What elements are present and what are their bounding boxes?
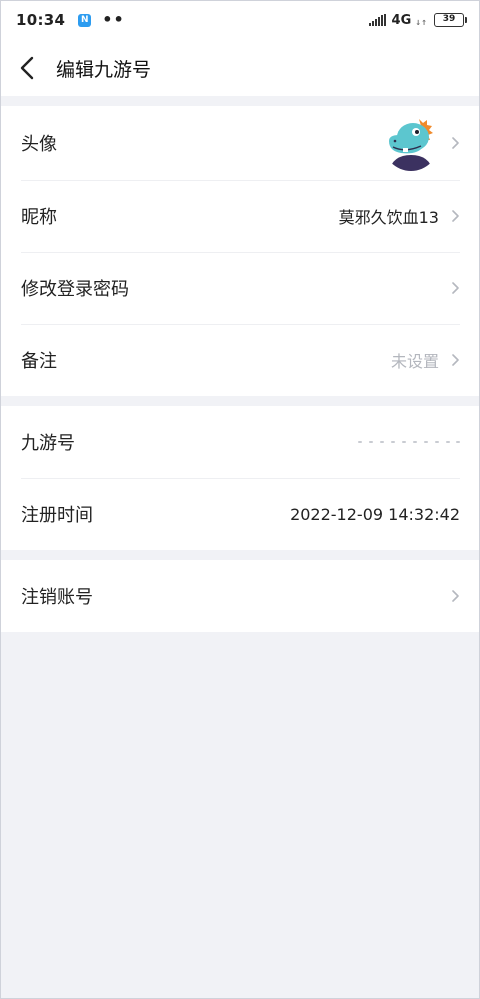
status-indicators: 4G ↓↑ 39 [368, 0, 467, 40]
battery-level: 39 [442, 14, 456, 24]
avatar-label: 头像 [21, 134, 57, 155]
section-divider [0, 96, 480, 106]
section-divider [0, 550, 480, 560]
remark-label: 备注 [21, 351, 57, 372]
network-activity-icon: ↓↑ [415, 19, 427, 27]
more-notifications-indicator: •• [102, 10, 125, 29]
signal-icon [368, 14, 386, 26]
account-id-label: 九游号 [21, 433, 75, 454]
battery-icon: 39 [434, 13, 467, 27]
account-id-row: 九游号 [0, 406, 480, 478]
chevron-right-icon [451, 281, 460, 295]
account-id-masked-value [358, 434, 460, 450]
nickname-value: 莫邪久饮血13 [338, 208, 439, 227]
avatar-row[interactable]: 头像 [0, 106, 480, 180]
network-type: 4G [391, 12, 412, 28]
danger-section: 注销账号 [0, 560, 480, 632]
nickname-row[interactable]: 昵称 莫邪久饮血13 [0, 180, 480, 252]
change-password-label: 修改登录密码 [21, 279, 129, 300]
page-title: 编辑九游号 [56, 58, 152, 81]
app-header: 编辑九游号 [0, 40, 480, 96]
nickname-label: 昵称 [21, 207, 57, 228]
change-password-row[interactable]: 修改登录密码 [0, 252, 480, 324]
cancel-account-row[interactable]: 注销账号 [0, 560, 480, 632]
remark-row[interactable]: 备注 未设置 [0, 324, 480, 396]
section-divider [0, 396, 480, 406]
register-time-row: 注册时间 2022-12-09 14:32:42 [0, 478, 480, 550]
chevron-right-icon [451, 209, 460, 223]
back-button[interactable] [2, 40, 52, 96]
remark-value: 未设置 [390, 352, 439, 371]
register-time-value: 2022-12-09 14:32:42 [290, 504, 460, 524]
register-time-label: 注册时间 [21, 505, 93, 526]
app-notification-icon: N [78, 13, 92, 27]
chevron-right-icon [451, 353, 460, 367]
account-section: 九游号 注册时间 2022-12-09 14:32:42 [0, 406, 480, 550]
status-time: 10:34 [16, 11, 66, 29]
chevron-right-icon [451, 136, 460, 150]
chevron-left-icon [20, 56, 34, 80]
chevron-right-icon [451, 589, 460, 603]
avatar[interactable] [383, 115, 439, 171]
dinosaur-avatar-icon [383, 115, 439, 171]
cancel-account-label: 注销账号 [21, 587, 93, 608]
status-bar: 10:34 N •• 4G ↓↑ 39 [0, 0, 480, 40]
profile-section: 头像 昵称 莫邪久饮血13 修改登录密码 备注 未设置 [0, 106, 480, 396]
